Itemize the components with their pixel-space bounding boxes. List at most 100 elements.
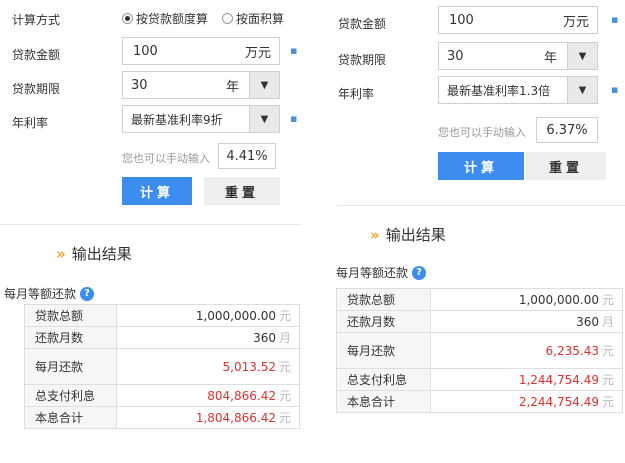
- row-key: 贷款总额: [24, 304, 117, 327]
- amount-unit: 万元: [562, 14, 589, 30]
- value-text: 2,244,754.49: [518, 395, 599, 409]
- calculator-panel-right: 贷款金额 100 万元 ▪ 贷款期限 30 年 ▼ 年利率 最新基准利率1.3倍…: [326, 0, 625, 463]
- amount-value: 100: [133, 43, 158, 59]
- double-chevron-right-icon: »: [56, 245, 66, 263]
- amount-input[interactable]: 100 万元: [438, 6, 598, 34]
- table-row: 贷款总额 1,000,000.00 元: [336, 288, 623, 311]
- calculate-button[interactable]: 计算: [122, 177, 192, 205]
- value-text: 1,244,754.49: [518, 373, 599, 387]
- info-link-icon[interactable]: ▪: [611, 13, 618, 26]
- manual-rate-input[interactable]: 6.37%: [536, 117, 598, 143]
- row-key: 本息合计: [336, 390, 431, 413]
- help-circle-icon[interactable]: ?: [412, 265, 427, 280]
- info-link-icon[interactable]: ▪: [290, 112, 297, 125]
- output-title-text: 输出结果: [71, 245, 132, 263]
- table-row: 总支付利息 1,244,754.49 元: [336, 368, 623, 391]
- monthly-mode-title: 每月等额还款 ?: [336, 264, 427, 281]
- divider: [338, 205, 625, 206]
- row-key: 还款月数: [24, 326, 117, 349]
- value-text: 1,000,000.00: [518, 293, 599, 307]
- method-radio-area[interactable]: 按面积算: [222, 10, 284, 27]
- row-value: 6,235.43 元: [430, 332, 623, 369]
- rate-select[interactable]: 最新基准利率1.3倍 ▼: [438, 76, 598, 104]
- table-row: 每月还款 6,235.43 元: [336, 332, 623, 369]
- row-value: 5,013.52 元: [116, 348, 300, 385]
- mode-title-text: 每月等额还款: [4, 287, 77, 301]
- divider: [0, 224, 302, 225]
- row-value: 1,000,000.00 元: [116, 304, 300, 327]
- table-row: 本息合计 2,244,754.49 元: [336, 390, 623, 413]
- term-unit: 年: [225, 79, 239, 95]
- unit-text: 元: [601, 373, 614, 387]
- double-chevron-right-icon: »: [370, 226, 380, 244]
- term-unit: 年: [543, 50, 557, 66]
- term-value: 30: [447, 48, 464, 64]
- rate-select[interactable]: 最新基准利率9折 ▼: [122, 105, 280, 133]
- amount-value: 100: [449, 12, 474, 28]
- info-link-icon[interactable]: ▪: [611, 83, 618, 96]
- chevron-down-icon[interactable]: ▼: [567, 43, 597, 69]
- unit-text: 元: [278, 309, 291, 323]
- row-value: 1,804,866.42 元: [116, 406, 300, 429]
- calculator-panel-left: 计算方式 按贷款额度算 按面积算 贷款金额 100 万元 ▪ 贷款期限 30 年…: [0, 0, 302, 463]
- manual-rate-hint: 您也可以手动输入: [122, 152, 210, 165]
- result-table-right: 贷款总额 1,000,000.00 元 还款月数 360 月 每月还款 6,235.…: [336, 288, 623, 413]
- row-value: 360 月: [116, 326, 300, 349]
- output-title: » 输出结果: [56, 243, 132, 264]
- reset-button[interactable]: 重置: [204, 177, 280, 205]
- manual-rate-hint: 您也可以手动输入: [438, 126, 526, 139]
- row-key: 贷款总额: [336, 288, 431, 311]
- chevron-down-icon[interactable]: ▼: [249, 106, 279, 132]
- term-label: 贷款期限: [338, 53, 387, 67]
- method-option-amount-label: 按贷款额度算: [136, 12, 209, 26]
- term-select[interactable]: 30 年 ▼: [122, 71, 280, 99]
- radio-checked-icon: [122, 13, 133, 24]
- rate-label: 年利率: [12, 116, 49, 130]
- result-table-left: 贷款总额 1,000,000.00 元 还款月数 360 月 每月还款 5,013.…: [24, 304, 300, 429]
- method-label: 计算方式: [12, 13, 61, 27]
- value-text: 5,013.52: [222, 360, 276, 374]
- table-row: 还款月数 360 月: [24, 326, 300, 349]
- table-row: 贷款总额 1,000,000.00 元: [24, 304, 300, 327]
- reset-button[interactable]: 重置: [526, 152, 606, 180]
- unit-text: 元: [601, 344, 614, 358]
- value-text: 360: [576, 315, 599, 329]
- chevron-down-icon[interactable]: ▼: [567, 77, 597, 103]
- value-text: 1,000,000.00: [195, 309, 276, 323]
- term-label: 贷款期限: [12, 82, 61, 96]
- row-value: 804,866.42 元: [116, 384, 300, 407]
- value-text: 804,866.42: [207, 389, 276, 403]
- unit-text: 月: [278, 331, 291, 345]
- unit-text: 元: [278, 389, 291, 403]
- row-value: 1,244,754.49 元: [430, 368, 623, 391]
- manual-rate-input[interactable]: 4.41%: [218, 143, 276, 169]
- row-key: 总支付利息: [336, 368, 431, 391]
- table-row: 本息合计 1,804,866.42 元: [24, 406, 300, 429]
- table-row: 每月还款 5,013.52 元: [24, 348, 300, 385]
- help-circle-icon[interactable]: ?: [80, 286, 95, 301]
- rate-select-value: 最新基准利率9折: [131, 112, 223, 127]
- unit-text: 月: [601, 315, 614, 329]
- row-key: 还款月数: [336, 310, 431, 333]
- mode-title-text: 每月等额还款: [336, 266, 409, 280]
- table-row: 总支付利息 804,866.42 元: [24, 384, 300, 407]
- term-value: 30: [131, 77, 148, 93]
- method-radio-amount[interactable]: 按贷款额度算: [122, 10, 208, 27]
- row-key: 每月还款: [24, 348, 117, 385]
- radio-unchecked-icon: [222, 13, 233, 24]
- chevron-down-icon[interactable]: ▼: [249, 72, 279, 98]
- calculate-button[interactable]: 计算: [438, 152, 524, 180]
- table-row: 还款月数 360 月: [336, 310, 623, 333]
- value-text: 1,804,866.42: [195, 411, 276, 425]
- row-value: 1,000,000.00 元: [430, 288, 623, 311]
- term-select[interactable]: 30 年 ▼: [438, 42, 598, 70]
- amount-input[interactable]: 100 万元: [122, 37, 280, 65]
- info-link-icon[interactable]: ▪: [290, 44, 297, 57]
- row-key: 总支付利息: [24, 384, 117, 407]
- monthly-mode-title: 每月等额还款 ?: [4, 285, 95, 302]
- unit-text: 元: [278, 360, 291, 374]
- row-value: 360 月: [430, 310, 623, 333]
- row-value: 2,244,754.49 元: [430, 390, 623, 413]
- unit-text: 元: [601, 395, 614, 409]
- output-title-text: 输出结果: [385, 226, 446, 244]
